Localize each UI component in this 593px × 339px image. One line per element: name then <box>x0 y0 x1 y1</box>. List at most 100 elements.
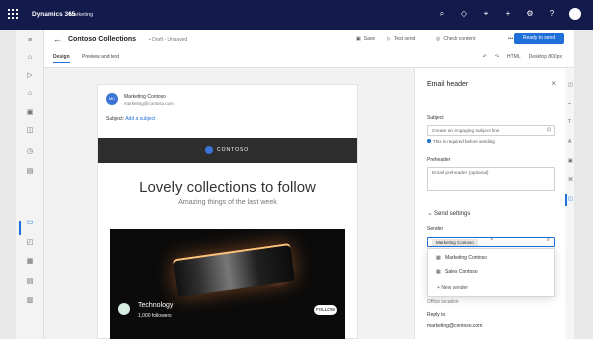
text-icon[interactable]: T <box>568 119 572 125</box>
sender-email: marketing@contoso.com <box>124 101 174 106</box>
technology-title: Technology <box>138 302 174 309</box>
preheader-input[interactable]: Email preheader (optional) <box>427 167 555 191</box>
top-navigation-bar: Dynamics 365 Marketing ⌕ ◇ ⌖ + ⚙ ? <box>0 0 593 30</box>
analytics-icon[interactable]: ◷ <box>25 147 35 157</box>
avatar[interactable] <box>569 8 581 20</box>
technology-avatar <box>118 303 130 315</box>
reply-to-value[interactable]: marketing@contoso.com <box>427 323 482 329</box>
search-icon[interactable]: ⌕ <box>547 237 550 244</box>
active-nav-indicator <box>19 221 21 235</box>
technology-followers: 1,000 followers <box>138 313 172 319</box>
undo-icon[interactable]: ↶ <box>483 54 487 60</box>
settings-icon[interactable]: ⚙ <box>525 9 535 19</box>
preheader-label: Preheader <box>427 157 451 163</box>
sender-avatar: MC <box>106 93 118 105</box>
personalize-icon[interactable]: ⌁ <box>568 101 572 107</box>
sender-option-marketing-contoso[interactable]: ▦ Marketing Contoso <box>436 255 487 261</box>
subject-row: Subject: Add a subject <box>106 116 156 122</box>
subject-required-hint: This is required before sending <box>427 139 495 144</box>
back-arrow-icon[interactable]: ← <box>53 34 62 44</box>
save-icon: ▣ <box>356 36 361 42</box>
properties-icon[interactable]: ◫ <box>568 82 573 88</box>
tab-design[interactable]: Design <box>53 54 70 63</box>
image-icon[interactable]: ▣ <box>568 158 573 164</box>
top-icon-group: ⌕ ◇ ⌖ + ⚙ ? <box>437 8 581 20</box>
recent-icon[interactable]: ⌂ <box>25 53 35 63</box>
save-button[interactable]: ▣ Save <box>356 36 375 42</box>
more-commands-button[interactable]: ••• <box>508 36 513 42</box>
plus-icon[interactable]: + <box>503 9 513 19</box>
forms-icon[interactable]: ▤ <box>25 167 35 177</box>
chevron-down-icon[interactable]: ⌄ <box>427 209 433 217</box>
remove-sender-icon[interactable]: × <box>490 237 494 243</box>
new-sender-button[interactable]: + New sender <box>437 285 468 291</box>
question-icon[interactable]: ? <box>547 9 557 19</box>
people-icon[interactable]: ⌂ <box>25 89 35 99</box>
email-headline: Lovely collections to follow <box>139 179 316 196</box>
selected-sender-chip[interactable]: Marketing Contoso <box>432 239 478 246</box>
lightbulb-icon[interactable]: ◇ <box>459 9 469 19</box>
redo-icon[interactable]: ↷ <box>495 54 499 60</box>
send-icon: ▷ <box>387 36 391 42</box>
templates-icon[interactable]: ◰ <box>25 238 35 248</box>
app-name: Marketing <box>69 12 94 18</box>
brand-text: CONTOSO <box>217 147 250 153</box>
sender-dropdown: ▦ Marketing Contoso ▦ Sales Contoso + New … <box>427 248 555 297</box>
check-content-button[interactable]: ◎ Check content <box>436 36 475 42</box>
home-icon[interactable]: ≡ <box>25 36 35 46</box>
technology-card: Technology 1,000 followers FOLLOW <box>110 229 345 339</box>
check-icon: ◎ <box>436 36 441 42</box>
subject-label: Subject: <box>106 116 125 122</box>
panel-title: Email header <box>427 81 469 88</box>
email-header-panel: Email header × Subject Create an engagin… <box>414 68 565 339</box>
email-icon[interactable]: ▭ <box>25 218 35 228</box>
page-title: Contoso Collections <box>68 36 137 43</box>
styles-icon[interactable]: A <box>568 139 572 145</box>
assets-icon[interactable]: ▤ <box>25 277 35 287</box>
ready-to-send-button[interactable]: Ready to send <box>514 33 564 44</box>
personalize-icon[interactable]: ⊡ <box>547 127 551 133</box>
html-button[interactable]: HTML <box>507 54 521 60</box>
send-settings-heading: Send settings <box>434 211 471 217</box>
subject-input[interactable]: Create an engaging subject line ⊡ <box>427 125 555 136</box>
info-icon <box>427 139 431 143</box>
active-rail-indicator <box>565 194 567 206</box>
email-preview-card[interactable]: MC Marketing Contoso marketing@contoso.c… <box>97 84 358 339</box>
reply-to-label: Reply to <box>427 312 446 318</box>
pin-icon[interactable]: ▷ <box>25 71 35 81</box>
draft-status: • Draft - Unsaved <box>149 37 188 43</box>
plus-icon: + <box>437 285 440 291</box>
follow-button[interactable]: FOLLOW <box>314 305 337 315</box>
help-icon[interactable]: ⌖ <box>481 9 491 19</box>
settings-icon[interactable]: ▥ <box>25 296 35 306</box>
email-editor-header: ← Contoso Collections • Draft - Unsaved … <box>44 30 574 68</box>
sender-row: MC Marketing Contoso marketing@contoso.c… <box>106 93 346 113</box>
calendar-icon[interactable]: ▦ <box>25 257 35 267</box>
tab-preview-and-test[interactable]: Preview and test <box>82 54 119 60</box>
segment-icon[interactable]: ▣ <box>25 108 35 118</box>
link-icon[interactable]: ⌘ <box>568 177 573 183</box>
app-launcher-icon[interactable] <box>8 9 18 19</box>
right-tool-rail: ◫ ⌁ T A ▣ ⌘ ◱ <box>565 68 574 339</box>
editor-toolbar-right: ↶ ↷ HTML Desktop 800px <box>483 54 562 60</box>
add-subject-link[interactable]: Add a subject <box>125 116 155 122</box>
office-location-text: Office location <box>427 299 459 305</box>
sender-label: Sender <box>427 226 444 232</box>
sender-icon: ▦ <box>436 255 441 261</box>
sender-option-sales-contoso[interactable]: ▦ Sales Contoso <box>436 269 478 275</box>
test-send-button[interactable]: ▷ Test send <box>387 36 415 42</box>
email-brand-header: CONTOSO <box>98 138 357 163</box>
sender-picker[interactable]: Marketing Contoso × ⌕ <box>427 237 555 247</box>
brand-logo: CONTOSO <box>205 146 249 154</box>
left-navigation: ≡ ⌂ ▷ ⌂ ▣ ◫ ◷ ▤ ▭ ◰ ▦ ▤ ▥ <box>16 30 44 339</box>
email-subheadline: Amazing things of the last week <box>178 199 277 206</box>
sender-icon: ▦ <box>436 269 441 275</box>
desktop-preview-select[interactable]: Desktop 800px <box>529 54 562 60</box>
journey-icon[interactable]: ◫ <box>25 126 35 136</box>
search-icon[interactable]: ⌕ <box>437 9 447 19</box>
logo-icon <box>205 146 213 154</box>
settings-icon[interactable]: ◱ <box>568 196 573 202</box>
subject-label: Subject <box>427 115 444 121</box>
close-icon[interactable]: × <box>551 79 556 88</box>
sender-name: Marketing Contoso <box>124 94 166 100</box>
